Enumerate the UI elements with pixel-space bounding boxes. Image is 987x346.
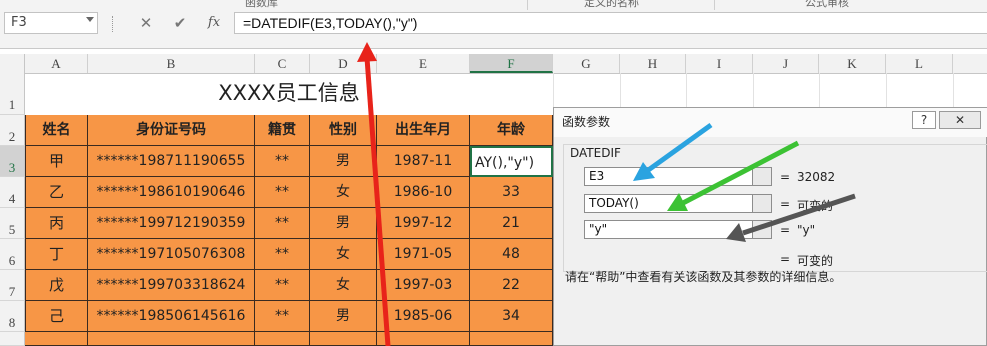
blue-arrow [633,122,713,181]
green-arrow [667,140,800,211]
gray-arrow [726,193,856,242]
red-arrow [357,42,391,346]
annotation-arrows [357,42,856,346]
